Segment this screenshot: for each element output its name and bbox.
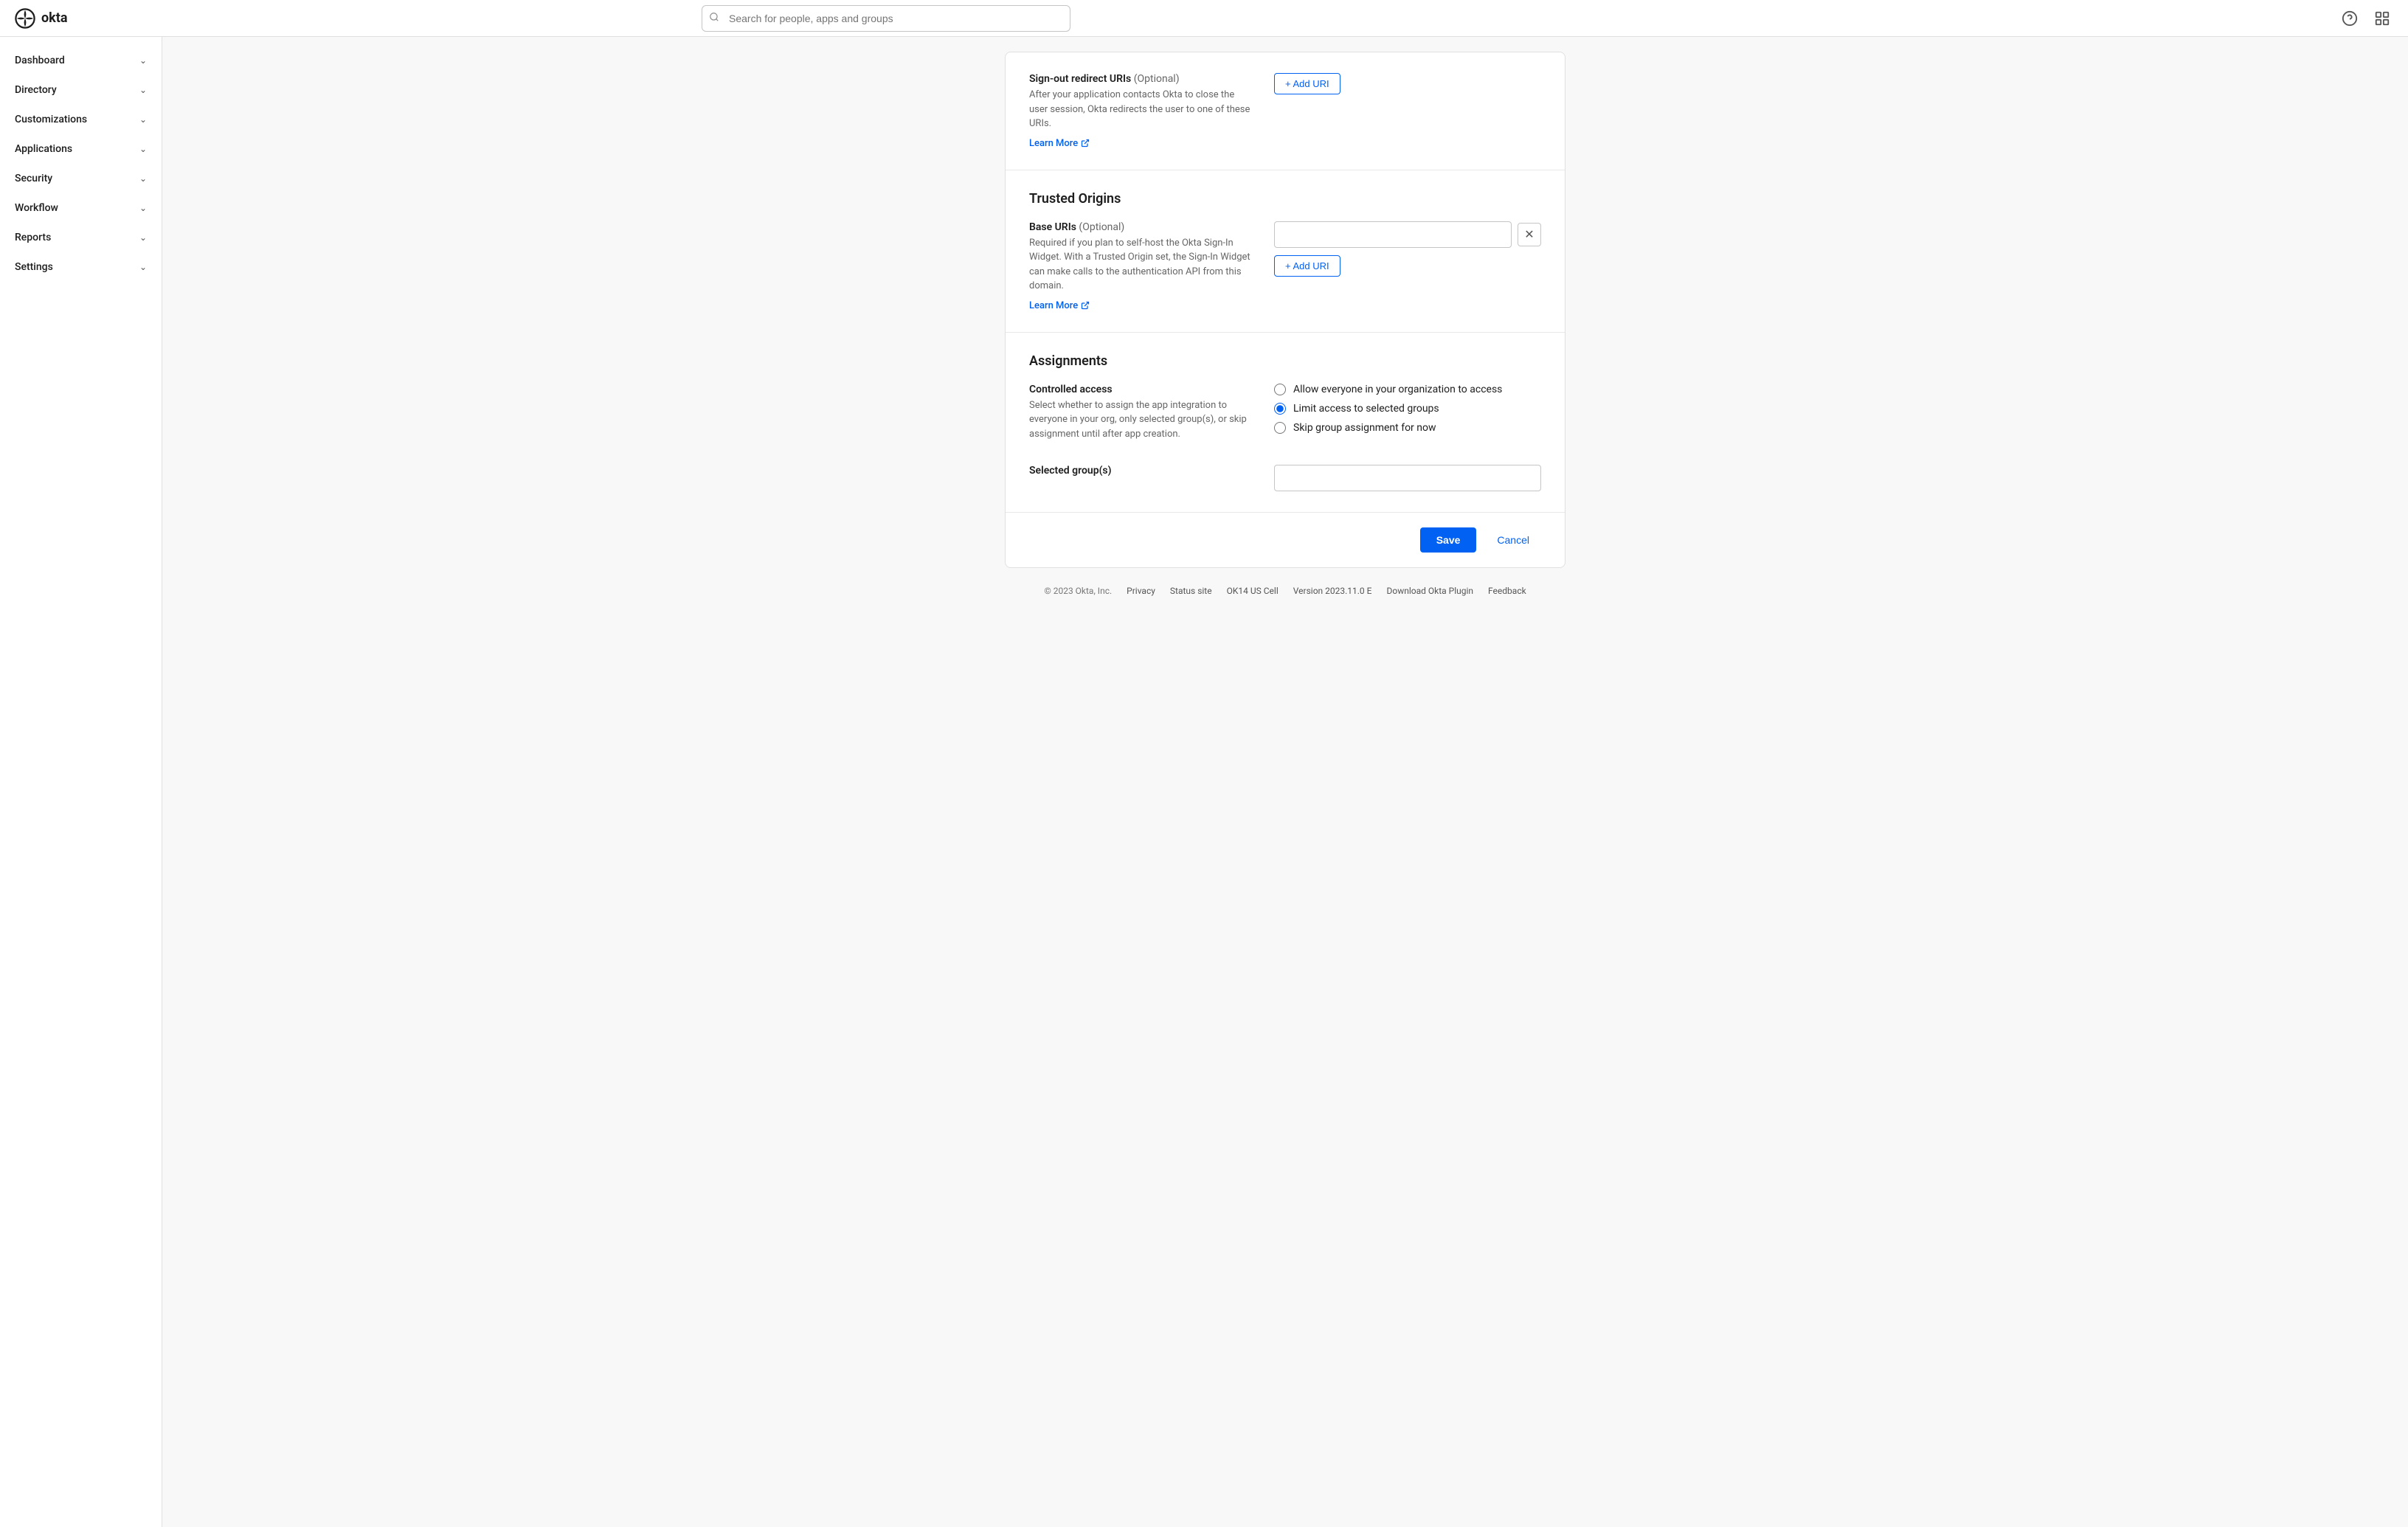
radio-skip-input[interactable] (1274, 422, 1286, 434)
header: okta (0, 0, 2408, 37)
base-uris-label-col: Base URIs (Optional) Required if you pla… (1029, 221, 1250, 311)
chevron-down-icon: ⌄ (139, 55, 147, 66)
cancel-button[interactable]: Cancel (1485, 527, 1541, 553)
external-link-icon (1081, 301, 1090, 310)
search-icon (709, 12, 719, 25)
assignments-section: Assignments Controlled access Select whe… (1006, 333, 1565, 513)
form-card: Sign-out redirect URIs (Optional) After … (1005, 52, 1565, 568)
trusted-origins-title: Trusted Origins (1029, 191, 1541, 207)
chevron-down-icon: ⌄ (139, 203, 147, 213)
okta-logo[interactable]: okta (15, 8, 68, 29)
sidebar-item-settings[interactable]: Settings ⌄ (0, 252, 162, 282)
header-actions (2339, 7, 2393, 30)
sidebar-item-label: Dashboard (15, 55, 65, 66)
help-button[interactable] (2339, 7, 2361, 30)
radio-skip-label: Skip group assignment for now (1293, 422, 1436, 434)
controlled-access-field-row: Controlled access Select whether to assi… (1029, 384, 1541, 448)
controlled-access-label-col: Controlled access Select whether to assi… (1029, 384, 1250, 448)
base-uri-add-button[interactable]: + Add URI (1274, 255, 1340, 277)
sign-out-learn-more[interactable]: Learn More (1029, 138, 1090, 149)
selected-groups-input[interactable] (1274, 465, 1541, 491)
footer-status-link[interactable]: Status site (1170, 586, 1212, 596)
sidebar: Dashboard ⌄ Directory ⌄ Customizations ⌄… (0, 37, 162, 1527)
chevron-down-icon: ⌄ (139, 232, 147, 243)
uri-input-row: ✕ (1274, 221, 1541, 248)
footer: © 2023 Okta, Inc. Privacy Status site OK… (1005, 568, 1565, 608)
radio-selected-groups-input[interactable] (1274, 403, 1286, 415)
sign-out-label-col: Sign-out redirect URIs (Optional) After … (1029, 73, 1250, 149)
sidebar-item-applications[interactable]: Applications ⌄ (0, 134, 162, 164)
controlled-access-controls: Allow everyone in your organization to a… (1274, 384, 1541, 434)
trusted-origins-learn-more[interactable]: Learn More (1029, 300, 1090, 311)
sidebar-item-workflow[interactable]: Workflow ⌄ (0, 193, 162, 223)
base-uris-field-row: Base URIs (Optional) Required if you pla… (1029, 221, 1541, 311)
sign-out-add-uri-button[interactable]: + Add URI (1274, 73, 1340, 94)
trusted-origins-section: Trusted Origins Base URIs (Optional) Req… (1006, 170, 1565, 333)
radio-everyone-label: Allow everyone in your organization to a… (1293, 384, 1502, 395)
sidebar-item-label: Workflow (15, 202, 58, 214)
footer-privacy-link[interactable]: Privacy (1127, 586, 1155, 596)
chevron-down-icon: ⌄ (139, 173, 147, 184)
chevron-down-icon: ⌄ (139, 262, 147, 272)
save-button[interactable]: Save (1420, 527, 1477, 553)
footer-feedback-link[interactable]: Feedback (1488, 586, 1526, 596)
sidebar-item-label: Customizations (15, 114, 87, 125)
layout: Dashboard ⌄ Directory ⌄ Customizations ⌄… (0, 37, 2408, 1527)
footer-version-link[interactable]: Version 2023.11.0 E (1293, 586, 1372, 596)
radio-selected-groups-label: Limit access to selected groups (1293, 403, 1439, 415)
radio-everyone[interactable]: Allow everyone in your organization to a… (1274, 384, 1541, 395)
search-container (702, 5, 1070, 32)
sign-out-controls: + Add URI (1274, 73, 1541, 94)
search-input[interactable] (702, 5, 1070, 32)
grid-menu-button[interactable] (2371, 7, 2393, 30)
controlled-access-description: Select whether to assign the app integra… (1029, 398, 1250, 442)
sidebar-item-security[interactable]: Security ⌄ (0, 164, 162, 193)
selected-groups-controls (1274, 465, 1541, 491)
selected-groups-label-col: Selected group(s) (1029, 465, 1250, 479)
selected-groups-row: Selected group(s) (1029, 465, 1541, 491)
base-uri-input[interactable] (1274, 221, 1512, 248)
sidebar-item-dashboard[interactable]: Dashboard ⌄ (0, 46, 162, 75)
footer-plugin-link[interactable]: Download Okta Plugin (1386, 586, 1473, 596)
chevron-down-icon: ⌄ (139, 144, 147, 154)
main-content: Sign-out redirect URIs (Optional) After … (162, 37, 2408, 1527)
chevron-down-icon: ⌄ (139, 114, 147, 125)
sidebar-item-label: Applications (15, 143, 72, 155)
selected-groups-label: Selected group(s) (1029, 465, 1250, 477)
radio-skip[interactable]: Skip group assignment for now (1274, 422, 1541, 434)
sidebar-item-label: Directory (15, 84, 57, 96)
base-uris-label: Base URIs (Optional) (1029, 221, 1250, 233)
controlled-access-label: Controlled access (1029, 384, 1250, 395)
footer-cell-link[interactable]: OK14 US Cell (1227, 586, 1279, 596)
radio-everyone-input[interactable] (1274, 384, 1286, 395)
sidebar-item-directory[interactable]: Directory ⌄ (0, 75, 162, 105)
sign-out-optional: (Optional) (1134, 73, 1180, 85)
sign-out-section: Sign-out redirect URIs (Optional) After … (1006, 52, 1565, 170)
chevron-down-icon: ⌄ (139, 85, 147, 95)
sidebar-item-customizations[interactable]: Customizations ⌄ (0, 105, 162, 134)
base-uris-controls: ✕ + Add URI (1274, 221, 1541, 277)
copyright: © 2023 Okta, Inc. (1044, 586, 1112, 596)
sign-out-label: Sign-out redirect URIs (Optional) (1029, 73, 1250, 85)
sign-out-field-row: Sign-out redirect URIs (Optional) After … (1029, 73, 1541, 149)
sidebar-item-reports[interactable]: Reports ⌄ (0, 223, 162, 252)
radio-selected-groups[interactable]: Limit access to selected groups (1274, 403, 1541, 415)
okta-logo-icon (15, 8, 35, 29)
sidebar-item-label: Security (15, 173, 52, 184)
sidebar-item-label: Reports (15, 232, 51, 243)
base-uris-optional: (Optional) (1079, 221, 1124, 233)
base-uris-description: Required if you plan to self-host the Ok… (1029, 236, 1250, 294)
external-link-icon (1081, 139, 1090, 148)
remove-uri-button[interactable]: ✕ (1518, 223, 1541, 246)
sidebar-item-label: Settings (15, 261, 53, 273)
assignments-title: Assignments (1029, 353, 1541, 369)
logo-text: okta (41, 10, 68, 26)
radio-group: Allow everyone in your organization to a… (1274, 384, 1541, 434)
sign-out-description: After your application contacts Okta to … (1029, 88, 1250, 131)
action-row: Save Cancel (1006, 513, 1565, 567)
